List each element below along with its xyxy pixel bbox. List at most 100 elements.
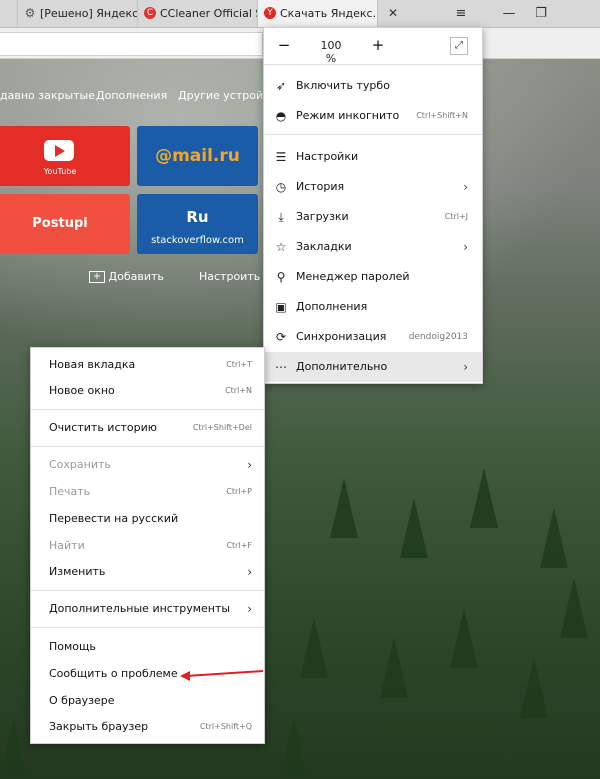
url-input[interactable] (0, 32, 263, 56)
tile-subtitle: stackoverflow.com (151, 235, 244, 246)
menu-separator (31, 590, 264, 591)
menu-item-extensions[interactable]: ▣ Дополнения (264, 292, 482, 322)
settings-sliders-icon: ☰ (275, 150, 287, 164)
submenu-item-more-tools[interactable]: Дополнительные инструменты › (31, 596, 264, 622)
menu-separator (264, 64, 482, 65)
submenu-item-print[interactable]: Печать Ctrl+P (31, 479, 264, 505)
menu-item-password-manager[interactable]: ⚲ Менеджер паролей (264, 262, 482, 292)
zoom-row: − 100 % + ⤢ (264, 28, 482, 65)
plus-box-icon: + (89, 271, 105, 283)
ntp-link-recently-closed[interactable]: давно закрытые (0, 89, 95, 102)
submenu-item-label: Очистить историю (49, 421, 158, 434)
menu-item-shortcut: Ctrl+J (444, 212, 468, 221)
tab-title: [Решено] Яндекс б (40, 7, 138, 20)
menu-separator (31, 446, 264, 447)
submenu-item-help[interactable]: Помощь (31, 634, 264, 660)
tile-mailru[interactable]: @mail.ru (137, 126, 258, 186)
yandex-browser-icon: Y (264, 7, 276, 19)
submenu-item-label: Помощь (49, 640, 96, 653)
zoom-out-button[interactable]: − (274, 36, 294, 54)
more-dots-icon: ⋯ (275, 360, 287, 374)
zoom-in-button[interactable]: + (368, 36, 388, 54)
menu-item-label: Синхронизация (296, 330, 387, 343)
menu-item-label: Дополнения (296, 300, 368, 313)
menu-separator (264, 134, 482, 135)
menu-separator (31, 409, 264, 410)
menu-item-incognito[interactable]: ◓ Режим инкогнито Ctrl+Shift+N (264, 101, 482, 131)
submenu-item-new-window[interactable]: Новое окно Ctrl+N (31, 378, 264, 404)
tile-stackoverflow[interactable]: Ru stackoverflow.com (137, 194, 258, 254)
submenu-item-shortcut: Ctrl+T (226, 360, 252, 369)
menu-icon[interactable]: ≡ (446, 0, 476, 27)
add-tile-button[interactable]: + Добавить (89, 270, 164, 283)
submenu-item-new-tab[interactable]: Новая вкладка Ctrl+T (31, 352, 264, 378)
ntp-link-extensions[interactable]: Дополнения (96, 89, 167, 102)
fullscreen-icon[interactable]: ⤢ (450, 37, 468, 55)
youtube-play-icon (44, 140, 74, 161)
chevron-right-icon: › (247, 602, 252, 616)
sync-icon: ⟳ (275, 330, 287, 344)
submenu-item-close-browser[interactable]: Закрыть браузер Ctrl+Shift+Q (31, 714, 264, 740)
gear-icon: ⚙ (24, 6, 36, 20)
tree-shape (520, 658, 548, 718)
restore-icon[interactable]: ❐ (526, 0, 556, 27)
submenu-item-label: О браузере (49, 694, 115, 707)
history-clock-icon: ◷ (275, 180, 287, 194)
menu-item-sync[interactable]: ⟳ Синхронизация dendoig2013 (264, 322, 482, 352)
tab-download-yandex[interactable]: Y Скачать Яндекс.Бра (258, 0, 378, 27)
tab-title: CCleaner Official Si (160, 7, 258, 20)
submenu-item-shortcut: Ctrl+N (225, 386, 252, 395)
tile-youtube[interactable]: YouTube (0, 126, 130, 186)
tree-shape (280, 718, 308, 778)
tree-shape (0, 718, 28, 778)
menu-item-history[interactable]: ◷ История › (264, 172, 482, 202)
submenu-item-about[interactable]: О браузере (31, 688, 264, 714)
tile-postupi[interactable]: Postupi (0, 194, 130, 254)
minimize-icon[interactable]: — (494, 0, 524, 27)
submenu-item-find[interactable]: Найти Ctrl+F (31, 533, 264, 559)
menu-item-label: История (296, 180, 345, 193)
submenu-item-shortcut: Ctrl+P (226, 487, 252, 496)
submenu-item-label: Закрыть браузер (49, 720, 149, 733)
tab-title: Скачать Яндекс.Бра (280, 7, 377, 20)
tile-title: Ru (186, 208, 209, 226)
submenu-item-label: Печать (49, 485, 91, 498)
menu-item-bookmarks[interactable]: ☆ Закладки › (264, 232, 482, 262)
submenu-item-edit[interactable]: Изменить › (31, 559, 264, 585)
tree-shape (300, 618, 328, 678)
tab-close-icon[interactable]: ✕ (378, 0, 408, 27)
submenu-item-clear-history[interactable]: Очистить историю Ctrl+Shift+Del (31, 415, 264, 441)
submenu-item-save[interactable]: Сохранить › (31, 452, 264, 478)
extensions-icon: ▣ (275, 300, 287, 314)
tile-title: @mail.ru (155, 146, 240, 166)
add-label: Добавить (108, 270, 164, 283)
tab-ccleaner[interactable]: C CCleaner Official Si (138, 0, 258, 27)
submenu-item-label: Новая вкладка (49, 358, 136, 371)
menu-item-label: Дополнительно (296, 360, 388, 373)
tree-shape (470, 468, 498, 528)
menu-item-label: Включить турбо (296, 79, 390, 92)
submenu-item-label: Перевести на русский (49, 512, 179, 525)
more-submenu: Новая вкладка Ctrl+T Новое окно Ctrl+N О… (30, 347, 265, 744)
menu-item-downloads[interactable]: ⤓ Загрузки Ctrl+J (264, 202, 482, 232)
chevron-right-icon: › (463, 360, 468, 374)
menu-item-turbo[interactable]: ➶ Включить турбо (264, 71, 482, 101)
tree-shape (400, 498, 428, 558)
submenu-item-shortcut: Ctrl+Shift+Del (192, 423, 252, 432)
chevron-right-icon: › (247, 565, 252, 579)
menu-item-shortcut: Ctrl+Shift+N (416, 111, 468, 120)
rocket-icon: ➶ (275, 79, 287, 93)
submenu-item-translate[interactable]: Перевести на русский (31, 506, 264, 532)
tab-strip: ⚙ [Решено] Яндекс б C CCleaner Official … (0, 0, 600, 28)
tree-shape (380, 638, 408, 698)
bookmark-star-icon: ☆ (275, 240, 287, 254)
submenu-item-shortcut: Ctrl+F (226, 541, 252, 550)
menu-item-settings[interactable]: ☰ Настройки (264, 142, 482, 172)
submenu-item-label: Сообщить о проблеме (49, 667, 178, 680)
submenu-item-label: Новое окно (49, 384, 115, 397)
tab-solved-yandex[interactable]: ⚙ [Решено] Яндекс б (18, 0, 138, 27)
tab-partial[interactable] (0, 0, 18, 27)
menu-item-label: Загрузки (296, 210, 349, 223)
menu-item-more[interactable]: ⋯ Дополнительно › (264, 352, 482, 382)
menu-separator (31, 627, 264, 628)
